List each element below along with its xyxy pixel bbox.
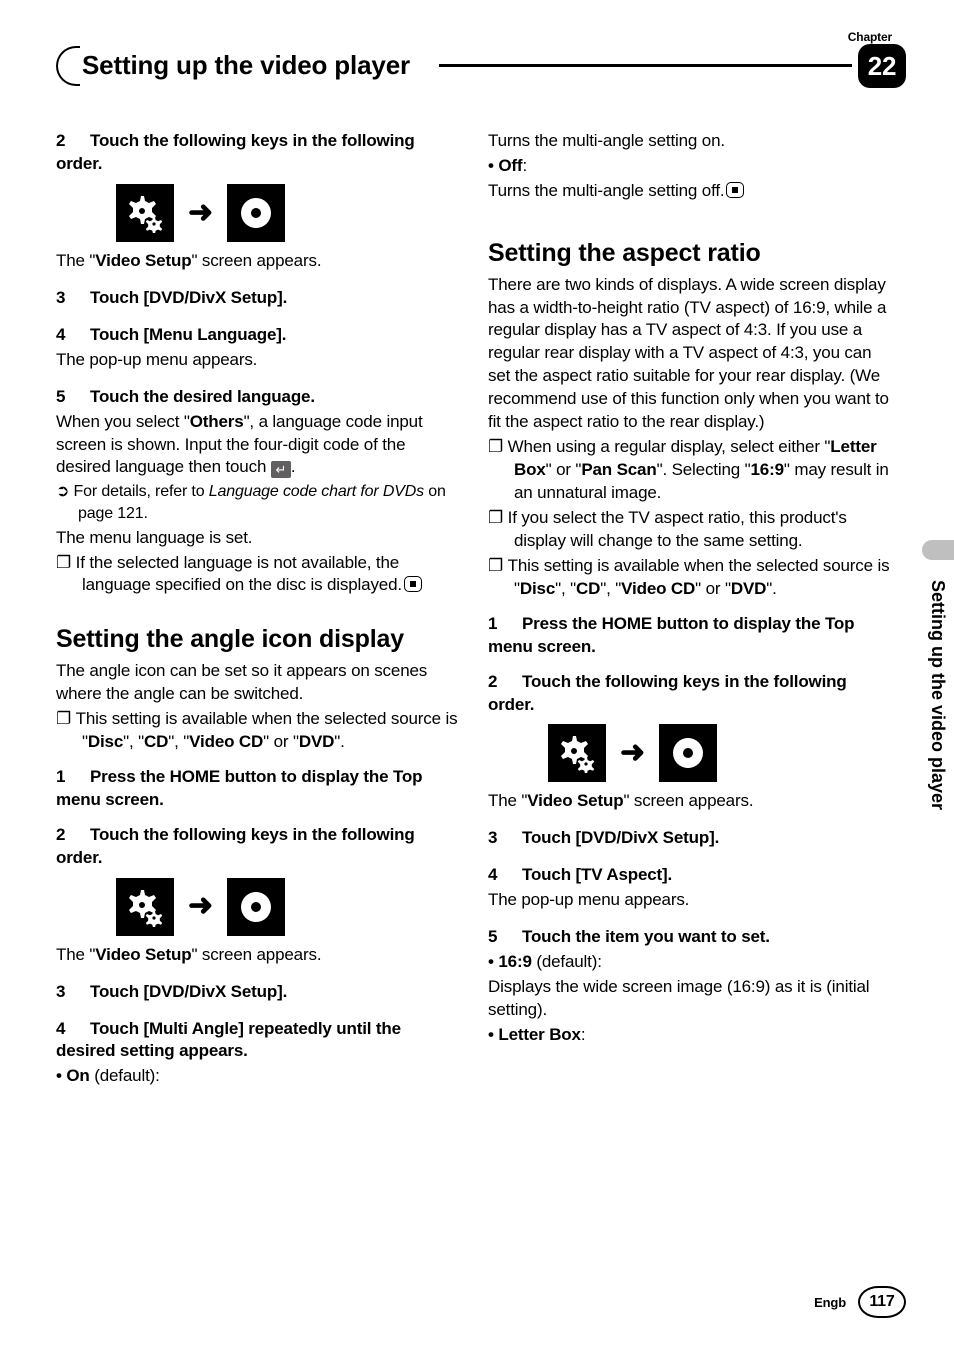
section-end-icon — [726, 182, 744, 198]
section-end-icon — [404, 576, 422, 592]
page-header: Chapter Setting up the video player 22 — [56, 30, 906, 90]
option-169: 16:9 (default): — [488, 951, 890, 974]
menu-lang-set: The menu language is set. — [56, 527, 458, 550]
enter-key-icon: ↵ — [271, 461, 291, 478]
option-on: On (default): — [56, 1065, 458, 1088]
right-column: Turns the multi-angle setting on. Off: T… — [488, 130, 890, 1090]
angle-step-4: 4Touch [Multi Angle] repeatedly until th… — [56, 1018, 458, 1064]
footer-language: Engb — [814, 1295, 846, 1310]
side-section-title: Setting up the video player — [927, 580, 948, 810]
aspect-note-3: This setting is available when the selec… — [488, 555, 890, 601]
step-2: 2Touch the following keys in the followi… — [56, 130, 458, 176]
aspect-note-1: When using a regular display, select eit… — [488, 436, 890, 505]
aspect-step-3: 3Touch [DVD/DivX Setup]. — [488, 827, 890, 850]
aspect-step-4: 4Touch [TV Aspect]. — [488, 864, 890, 887]
arrow-right-icon: ➜ — [188, 886, 213, 927]
angle-step-2: 2Touch the following keys in the followi… — [56, 824, 458, 870]
detail-reference: For details, refer to Language code char… — [56, 481, 458, 524]
chapter-label: Chapter — [848, 30, 892, 44]
aspect-intro: There are two kinds of displays. A wide … — [488, 274, 890, 435]
step-4-sub: The pop-up menu appears. — [56, 349, 458, 372]
key-sequence: ➜ — [116, 878, 458, 936]
side-tab-marker — [922, 540, 954, 560]
on-description: Turns the multi-angle setting on. — [488, 130, 890, 153]
key-sequence: ➜ — [116, 184, 458, 242]
settings-gear-icon — [548, 724, 606, 782]
angle-step-1: 1Press the HOME button to display the To… — [56, 766, 458, 812]
note-lang-unavailable: If the selected language is not availabl… — [56, 552, 458, 598]
video-setup-appears: The "Video Setup" screen appears. — [488, 790, 890, 813]
option-letterbox: Letter Box: — [488, 1024, 890, 1047]
aspect-step-5: 5Touch the item you want to set. — [488, 926, 890, 949]
settings-gear-icon — [116, 184, 174, 242]
heading-angle-icon: Setting the angle icon display — [56, 625, 458, 654]
left-column: 2Touch the following keys in the followi… — [56, 130, 458, 1090]
aspect-step-2: 2Touch the following keys in the followi… — [488, 671, 890, 717]
angle-source-note: This setting is available when the selec… — [56, 708, 458, 754]
heading-aspect-ratio: Setting the aspect ratio — [488, 239, 890, 268]
key-sequence: ➜ — [548, 724, 890, 782]
arrow-right-icon: ➜ — [620, 733, 645, 774]
option-off: Off: — [488, 155, 890, 178]
video-setup-appears: The "Video Setup" screen appears. — [56, 944, 458, 967]
arrow-right-icon: ➜ — [188, 193, 213, 234]
step-3: 3Touch [DVD/DivX Setup]. — [56, 287, 458, 310]
angle-intro: The angle icon can be set so it appears … — [56, 660, 458, 706]
step-5-body: When you select "Others", a language cod… — [56, 411, 458, 480]
disc-icon — [227, 878, 285, 936]
angle-step-3: 3Touch [DVD/DivX Setup]. — [56, 981, 458, 1004]
chapter-number-badge: 22 — [858, 44, 906, 88]
header-bar: Setting up the video player — [56, 46, 906, 86]
video-setup-appears: The "Video Setup" screen appears. — [56, 250, 458, 273]
page-title: Setting up the video player — [80, 50, 410, 81]
settings-gear-icon — [116, 878, 174, 936]
aspect-note-2: If you select the TV aspect ratio, this … — [488, 507, 890, 553]
step-4: 4Touch [Menu Language]. — [56, 324, 458, 347]
aspect-step-1: 1Press the HOME button to display the To… — [488, 613, 890, 659]
aspect-step-4-sub: The pop-up menu appears. — [488, 889, 890, 912]
page-number: 117 — [858, 1286, 906, 1318]
option-169-body: Displays the wide screen image (16:9) as… — [488, 976, 890, 1022]
page-footer: Engb 117 — [814, 1286, 906, 1318]
disc-icon — [659, 724, 717, 782]
off-description: Turns the multi-angle setting off. — [488, 180, 890, 203]
disc-icon — [227, 184, 285, 242]
step-5: 5Touch the desired language. — [56, 386, 458, 409]
